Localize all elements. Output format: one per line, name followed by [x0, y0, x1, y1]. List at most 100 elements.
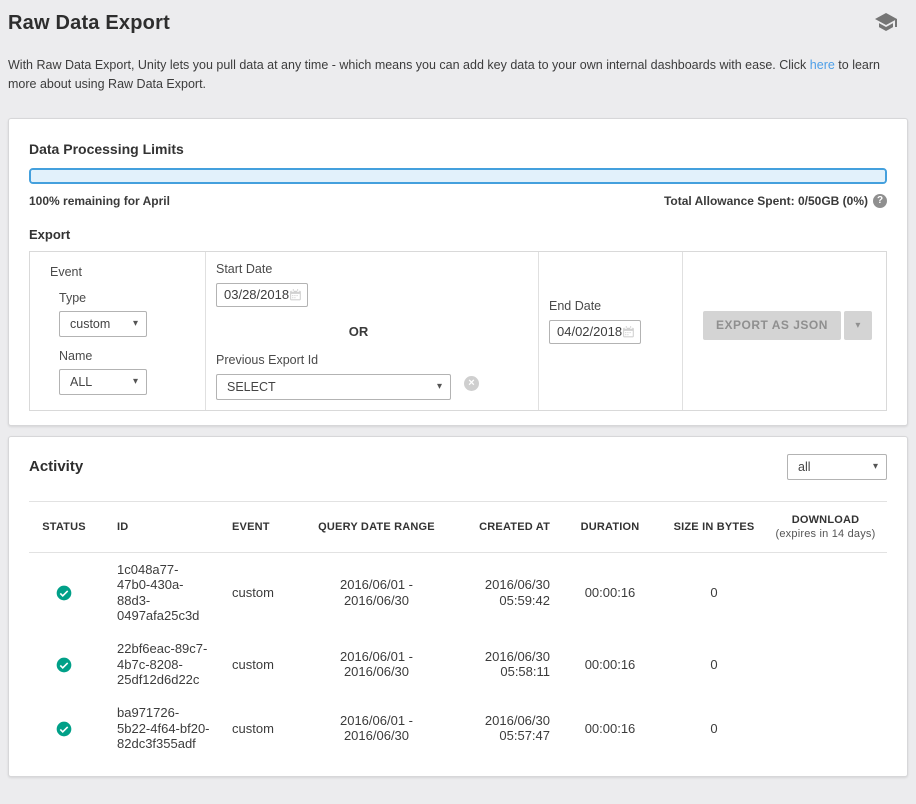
- activity-heading: Activity: [29, 458, 83, 475]
- created-at-cell: 2016/06/30 05:57:47: [444, 696, 556, 760]
- id-cell: 1c048a77-47b0-430a-88d3-0497afa25c3d: [99, 553, 214, 633]
- activity-filter-dropdown[interactable]: all ▾: [787, 454, 887, 480]
- data-processing-limits-card: Data Processing Limits 100% remaining fo…: [8, 118, 908, 426]
- page-title: Raw Data Export: [8, 12, 170, 35]
- event-cell: custom: [214, 632, 309, 696]
- previous-export-label: Previous Export Id: [216, 353, 538, 367]
- export-box: Event Type custom ▾ Name ALL ▾ Start Dat…: [29, 251, 887, 411]
- activity-header: Activity all ▾: [29, 454, 887, 480]
- event-cell: custom: [214, 553, 309, 633]
- size-cell: 0: [664, 696, 764, 760]
- export-format-dropdown-button[interactable]: ▾: [844, 311, 872, 340]
- duration-cell: 00:00:16: [556, 632, 664, 696]
- created-at-cell: 2016/06/30 05:59:42: [444, 553, 556, 633]
- header-download-label: DOWNLOAD: [768, 514, 883, 528]
- chevron-down-icon: ▾: [133, 377, 138, 387]
- size-cell: 0: [664, 632, 764, 696]
- name-label: Name: [59, 349, 205, 363]
- event-type-value: custom: [70, 317, 110, 331]
- chevron-down-icon: ▾: [133, 319, 138, 329]
- duration-cell: 00:00:16: [556, 696, 664, 760]
- status-cell: [29, 632, 99, 696]
- allowance-wrap: Total Allowance Spent: 0/50GB (0%) ?: [664, 194, 887, 208]
- calendar-icon[interactable]: [289, 288, 302, 302]
- calendar-icon[interactable]: [622, 325, 635, 339]
- export-heading: Export: [29, 227, 887, 242]
- size-cell: 0: [664, 553, 764, 633]
- status-cell: [29, 696, 99, 760]
- page-header: Raw Data Export: [8, 8, 908, 35]
- success-check-icon: [56, 657, 72, 673]
- query-date-range-cell: 2016/06/01 - 2016/06/30: [309, 553, 444, 633]
- table-row: ba971726-5b22-4f64-bf20-82dc3f355adf cus…: [29, 696, 887, 760]
- previous-export-dropdown[interactable]: SELECT ▾: [216, 374, 451, 400]
- query-date-range-cell: 2016/06/01 - 2016/06/30: [309, 696, 444, 760]
- or-label: OR: [216, 324, 501, 339]
- table-row: 1c048a77-47b0-430a-88d3-0497afa25c3d cus…: [29, 553, 887, 633]
- limits-heading: Data Processing Limits: [29, 141, 887, 157]
- intro-text: With Raw Data Export, Unity lets you pul…: [8, 56, 908, 94]
- dates-column: Start Date 03/28/2018 OR Previous Export…: [205, 252, 538, 410]
- end-date-input[interactable]: 04/02/2018: [549, 320, 641, 344]
- id-cell: ba971726-5b22-4f64-bf20-82dc3f355adf: [99, 696, 214, 760]
- event-column: Event Type custom ▾ Name ALL ▾: [30, 252, 205, 410]
- progress-fill: [31, 170, 885, 182]
- end-date-value: 04/02/2018: [557, 324, 622, 339]
- header-download-sub: (expires in 14 days): [768, 528, 883, 542]
- data-limit-progress-bar: [29, 168, 887, 184]
- event-name-dropdown[interactable]: ALL ▾: [59, 369, 147, 395]
- end-date-column: End Date 04/02/2018: [538, 252, 682, 410]
- download-cell: [764, 632, 887, 696]
- previous-export-value: SELECT: [227, 380, 276, 394]
- end-date-label: End Date: [549, 299, 682, 313]
- chevron-down-icon: ▾: [873, 462, 878, 472]
- chevron-down-icon: ▾: [855, 320, 860, 331]
- start-date-input[interactable]: 03/28/2018: [216, 283, 308, 307]
- header-status: STATUS: [29, 501, 99, 553]
- event-cell: custom: [214, 696, 309, 760]
- activity-card: Activity all ▾ STATUS ID EVENT QUERY DAT…: [8, 436, 908, 778]
- header-event: EVENT: [214, 501, 309, 553]
- table-header-row: STATUS ID EVENT QUERY DATE RANGE CREATED…: [29, 501, 887, 553]
- help-icon[interactable]: ?: [873, 194, 887, 208]
- header-download: DOWNLOAD (expires in 14 days): [764, 501, 887, 553]
- allowance-label: Total Allowance Spent: 0/50GB (0%): [664, 194, 868, 208]
- activity-table-body: 1c048a77-47b0-430a-88d3-0497afa25c3d cus…: [29, 553, 887, 761]
- download-cell: [764, 553, 887, 633]
- duration-cell: 00:00:16: [556, 553, 664, 633]
- export-as-json-button[interactable]: EXPORT AS JSON: [703, 311, 841, 340]
- header-size-in-bytes: SIZE IN BYTES: [664, 501, 764, 553]
- action-column: EXPORT AS JSON ▾: [682, 252, 886, 410]
- success-check-icon: [56, 721, 72, 737]
- header-query-date-range: QUERY DATE RANGE: [309, 501, 444, 553]
- remaining-label: 100% remaining for April: [29, 194, 170, 208]
- header-created-at: CREATED AT: [444, 501, 556, 553]
- raw-data-export-page: Raw Data Export With Raw Data Export, Un…: [0, 0, 916, 785]
- created-at-cell: 2016/06/30 05:58:11: [444, 632, 556, 696]
- limits-status-row: 100% remaining for April Total Allowance…: [29, 194, 887, 208]
- event-group-label: Event: [50, 265, 205, 279]
- activity-filter-value: all: [798, 460, 811, 474]
- chevron-down-icon: ▾: [437, 382, 442, 392]
- clear-icon[interactable]: ×: [464, 376, 479, 391]
- type-label: Type: [59, 291, 205, 305]
- success-check-icon: [56, 585, 72, 601]
- header-duration: DURATION: [556, 501, 664, 553]
- id-cell: 22bf6eac-89c7-4b7c-8208-25df12d6d22c: [99, 632, 214, 696]
- header-id: ID: [99, 501, 214, 553]
- event-name-value: ALL: [70, 375, 92, 389]
- intro-before: With Raw Data Export, Unity lets you pul…: [8, 58, 810, 72]
- status-cell: [29, 553, 99, 633]
- school-icon[interactable]: [874, 10, 898, 34]
- activity-table: STATUS ID EVENT QUERY DATE RANGE CREATED…: [29, 501, 887, 761]
- export-split-button: EXPORT AS JSON ▾: [703, 311, 886, 340]
- previous-export-row: SELECT ▾ ×: [216, 368, 538, 400]
- query-date-range-cell: 2016/06/01 - 2016/06/30: [309, 632, 444, 696]
- table-row: 22bf6eac-89c7-4b7c-8208-25df12d6d22c cus…: [29, 632, 887, 696]
- start-date-value: 03/28/2018: [224, 287, 289, 302]
- event-type-dropdown[interactable]: custom ▾: [59, 311, 147, 337]
- learn-more-link[interactable]: here: [810, 58, 835, 72]
- download-cell: [764, 696, 887, 760]
- start-date-label: Start Date: [216, 262, 538, 276]
- event-group: Type custom ▾ Name ALL ▾: [59, 291, 205, 395]
